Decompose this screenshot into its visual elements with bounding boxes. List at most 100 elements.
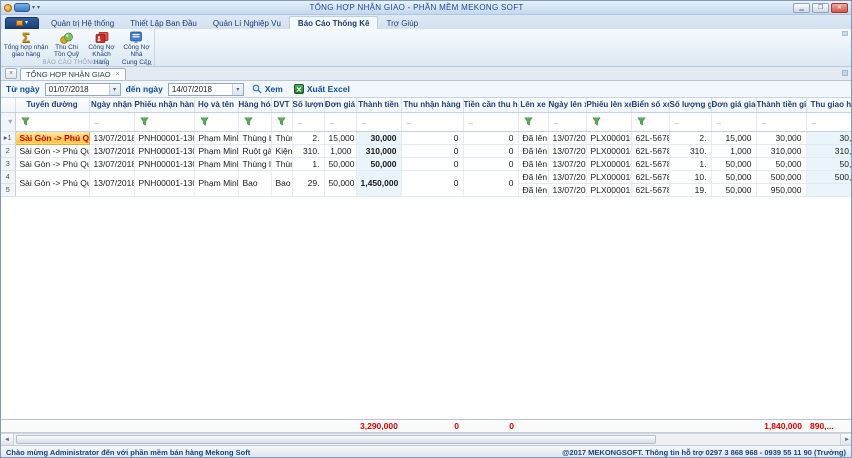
quick-access-button[interactable] [14,3,30,12]
filter-cell[interactable] [518,112,548,131]
cell[interactable]: 950,000 [756,183,806,196]
filter-cell[interactable] [194,112,238,131]
col-header-thu-giao-hang[interactable]: Thu giao hàng [806,98,851,112]
cell[interactable]: 13/07/2018 [548,170,586,183]
document-tab-tong-hop-nhan-giao[interactable]: TỔNG HỢP NHẬN GIAO × [20,68,126,80]
col-header-bien-so-xe[interactable]: Biển số xe [631,98,669,112]
cell[interactable]: 13/07/2018 [89,144,134,157]
cell[interactable]: Phạm Minh Hải [194,144,238,157]
cell[interactable]: 10. [669,170,711,183]
cell[interactable]: 500,000 [756,170,806,183]
cell[interactable]: PNH00001-130718 [134,131,194,144]
cell[interactable]: Thùng bình [238,131,271,144]
cell[interactable]: 30,000 [756,131,806,144]
col-header-ho-va-ten[interactable]: Họ và tên [194,98,238,112]
filter-cell[interactable]: – [463,112,518,131]
cell[interactable]: PLX00001-130718 [586,131,631,144]
cell[interactable]: Đã lên xe [518,131,548,144]
cell[interactable]: 13/07/2018 [89,157,134,170]
export-excel-button[interactable]: Xuất Excel [291,83,353,95]
cell[interactable]: 2. [292,131,324,144]
cell[interactable]: 13/07/2018 [548,144,586,157]
cell[interactable]: Phạm Minh Hải [194,131,238,144]
row-indicator[interactable]: 3 [1,157,15,170]
cell[interactable]: Đã lên xe [518,170,548,183]
caret-down-icon[interactable]: ▾ [32,5,35,11]
cell[interactable]: 62L-56789 [631,157,669,170]
cell[interactable]: 30,000 [806,131,851,144]
filter-cell[interactable]: – [711,112,756,131]
cell[interactable]: 1,000 [324,144,356,157]
cell[interactable]: Phạm Minh Hải [194,170,238,196]
filter-cell[interactable] [238,112,271,131]
filter-cell[interactable]: – [292,112,324,131]
cell[interactable]: 13/07/2018 [548,131,586,144]
cell[interactable]: 13/07/2018 [548,157,586,170]
cell[interactable]: Sài Gòn -> Phú Quốc [15,131,89,144]
restore-button[interactable]: ❐ [812,3,829,13]
scroll-right-icon[interactable]: ► [840,434,851,445]
cell[interactable]: 29. [292,170,324,196]
filter-cell[interactable]: – [89,112,134,131]
col-header-don-gia-giao[interactable]: Đơn giá giao [711,98,756,112]
ribbon-tab-bao-cao-thong-ke[interactable]: Báo Cáo Thống Kê [289,16,379,29]
cell[interactable]: 50,000 [324,170,356,196]
cell[interactable]: 13/07/2018 [89,131,134,144]
dialog-launcher-icon[interactable] [146,59,152,65]
cell[interactable]: 13/07/2018 [89,170,134,196]
close-button[interactable]: ✕ [831,3,848,13]
minimize-button[interactable]: ▁ [793,3,810,13]
view-button[interactable]: Xem [249,83,286,95]
cell[interactable]: Sài Gòn -> Phú Quốc [15,170,89,196]
cell[interactable]: Đã lên xe [518,157,548,170]
filter-cell[interactable] [271,112,292,131]
col-header-don-gia[interactable]: Đơn giá [324,98,356,112]
cell[interactable] [806,183,851,196]
cell[interactable]: 50,000 [711,170,756,183]
cell[interactable]: Kiện [271,144,292,157]
cell[interactable]: Đã lên xe [518,144,548,157]
filter-indicator-cell[interactable]: ▾ [1,112,15,131]
cell[interactable]: 0 [401,157,463,170]
row-indicator[interactable]: 2 [1,144,15,157]
tab-list-icon[interactable] [842,70,848,76]
caret-down-icon[interactable]: ▾ [232,84,243,95]
col-header-dvt[interactable]: DVT [271,98,292,112]
cell[interactable]: 310. [292,144,324,157]
cell[interactable]: 310. [669,144,711,157]
application-menu-button[interactable]: ▾ [5,17,39,29]
col-header-len-xe[interactable]: Lên xe [518,98,548,112]
cell[interactable]: Thùng [271,157,292,170]
col-header-so-luong[interactable]: Số lượng [292,98,324,112]
filter-cell[interactable] [631,112,669,131]
cell[interactable]: 0 [463,157,518,170]
filter-cell[interactable] [15,112,89,131]
cell[interactable]: PLX00001-130718 [586,170,631,183]
filter-cell[interactable] [586,112,631,131]
cell[interactable]: 0 [401,131,463,144]
cell[interactable]: Bao [271,170,292,196]
filter-cell[interactable]: – [756,112,806,131]
col-header-thu-nhan-hang[interactable]: Thu nhận hàng [401,98,463,112]
cell[interactable]: 1. [669,157,711,170]
cell[interactable]: Ruột gà [238,144,271,157]
cell[interactable]: 1,000 [711,144,756,157]
cell[interactable]: PNH00001-130718 [134,157,194,170]
cell[interactable]: Bao [238,170,271,196]
from-date-picker[interactable]: 01/07/2018 ▾ [45,83,121,96]
summary-report-button[interactable]: Σ Tổng hợp nhận giao hàng [3,29,49,59]
cell[interactable]: 310,000 [806,144,851,157]
cell[interactable]: 15,000 [711,131,756,144]
caret-down-icon[interactable]: ▾ [109,84,120,95]
col-header-phieu-nhan-hang[interactable]: Phiếu nhận hàng [134,98,194,112]
cell[interactable]: 50,000 [711,183,756,196]
scroll-left-icon[interactable]: ◄ [1,434,14,445]
col-header-hang-hoa[interactable]: Hàng hóa [238,98,271,112]
col-header-tuyen-duong[interactable]: Tuyến đường [15,98,89,112]
cell[interactable]: 0 [463,144,518,157]
cell[interactable]: 50,000 [756,157,806,170]
cell[interactable]: Phạm Minh Hải [194,157,238,170]
filter-cell[interactable]: – [806,112,851,131]
col-header-thanh-tien-giao[interactable]: Thành tiền giao [756,98,806,112]
filter-cell[interactable]: – [401,112,463,131]
